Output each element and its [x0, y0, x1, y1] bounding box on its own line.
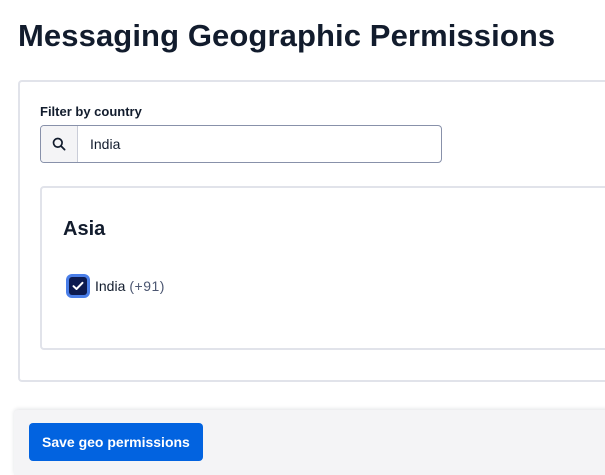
- save-geo-permissions-button[interactable]: Save geo permissions: [29, 423, 203, 461]
- country-search-box: [40, 125, 442, 163]
- country-code: (+91): [129, 278, 165, 294]
- region-title: Asia: [63, 218, 106, 240]
- country-row-india[interactable]: India (+91): [66, 274, 165, 298]
- region-card-asia: Asia India (+91): [40, 186, 605, 350]
- page: Messaging Geographic Permissions Filter …: [0, 0, 605, 475]
- permissions-card: Filter by country Asia India(+91): [18, 80, 605, 382]
- search-icon: [41, 126, 78, 162]
- page-title: Messaging Geographic Permissions: [18, 18, 556, 53]
- country-label: India (+91): [95, 278, 165, 294]
- country-filter-input[interactable]: [78, 126, 438, 162]
- filter-label: Filter by country: [40, 104, 142, 119]
- footer-bar: Save geo permissions: [14, 410, 605, 475]
- country-name: India: [95, 278, 126, 294]
- country-checkbox-india[interactable]: [69, 277, 87, 295]
- checkmark-icon: [72, 281, 84, 290]
- search-icon-glyph: [52, 137, 66, 151]
